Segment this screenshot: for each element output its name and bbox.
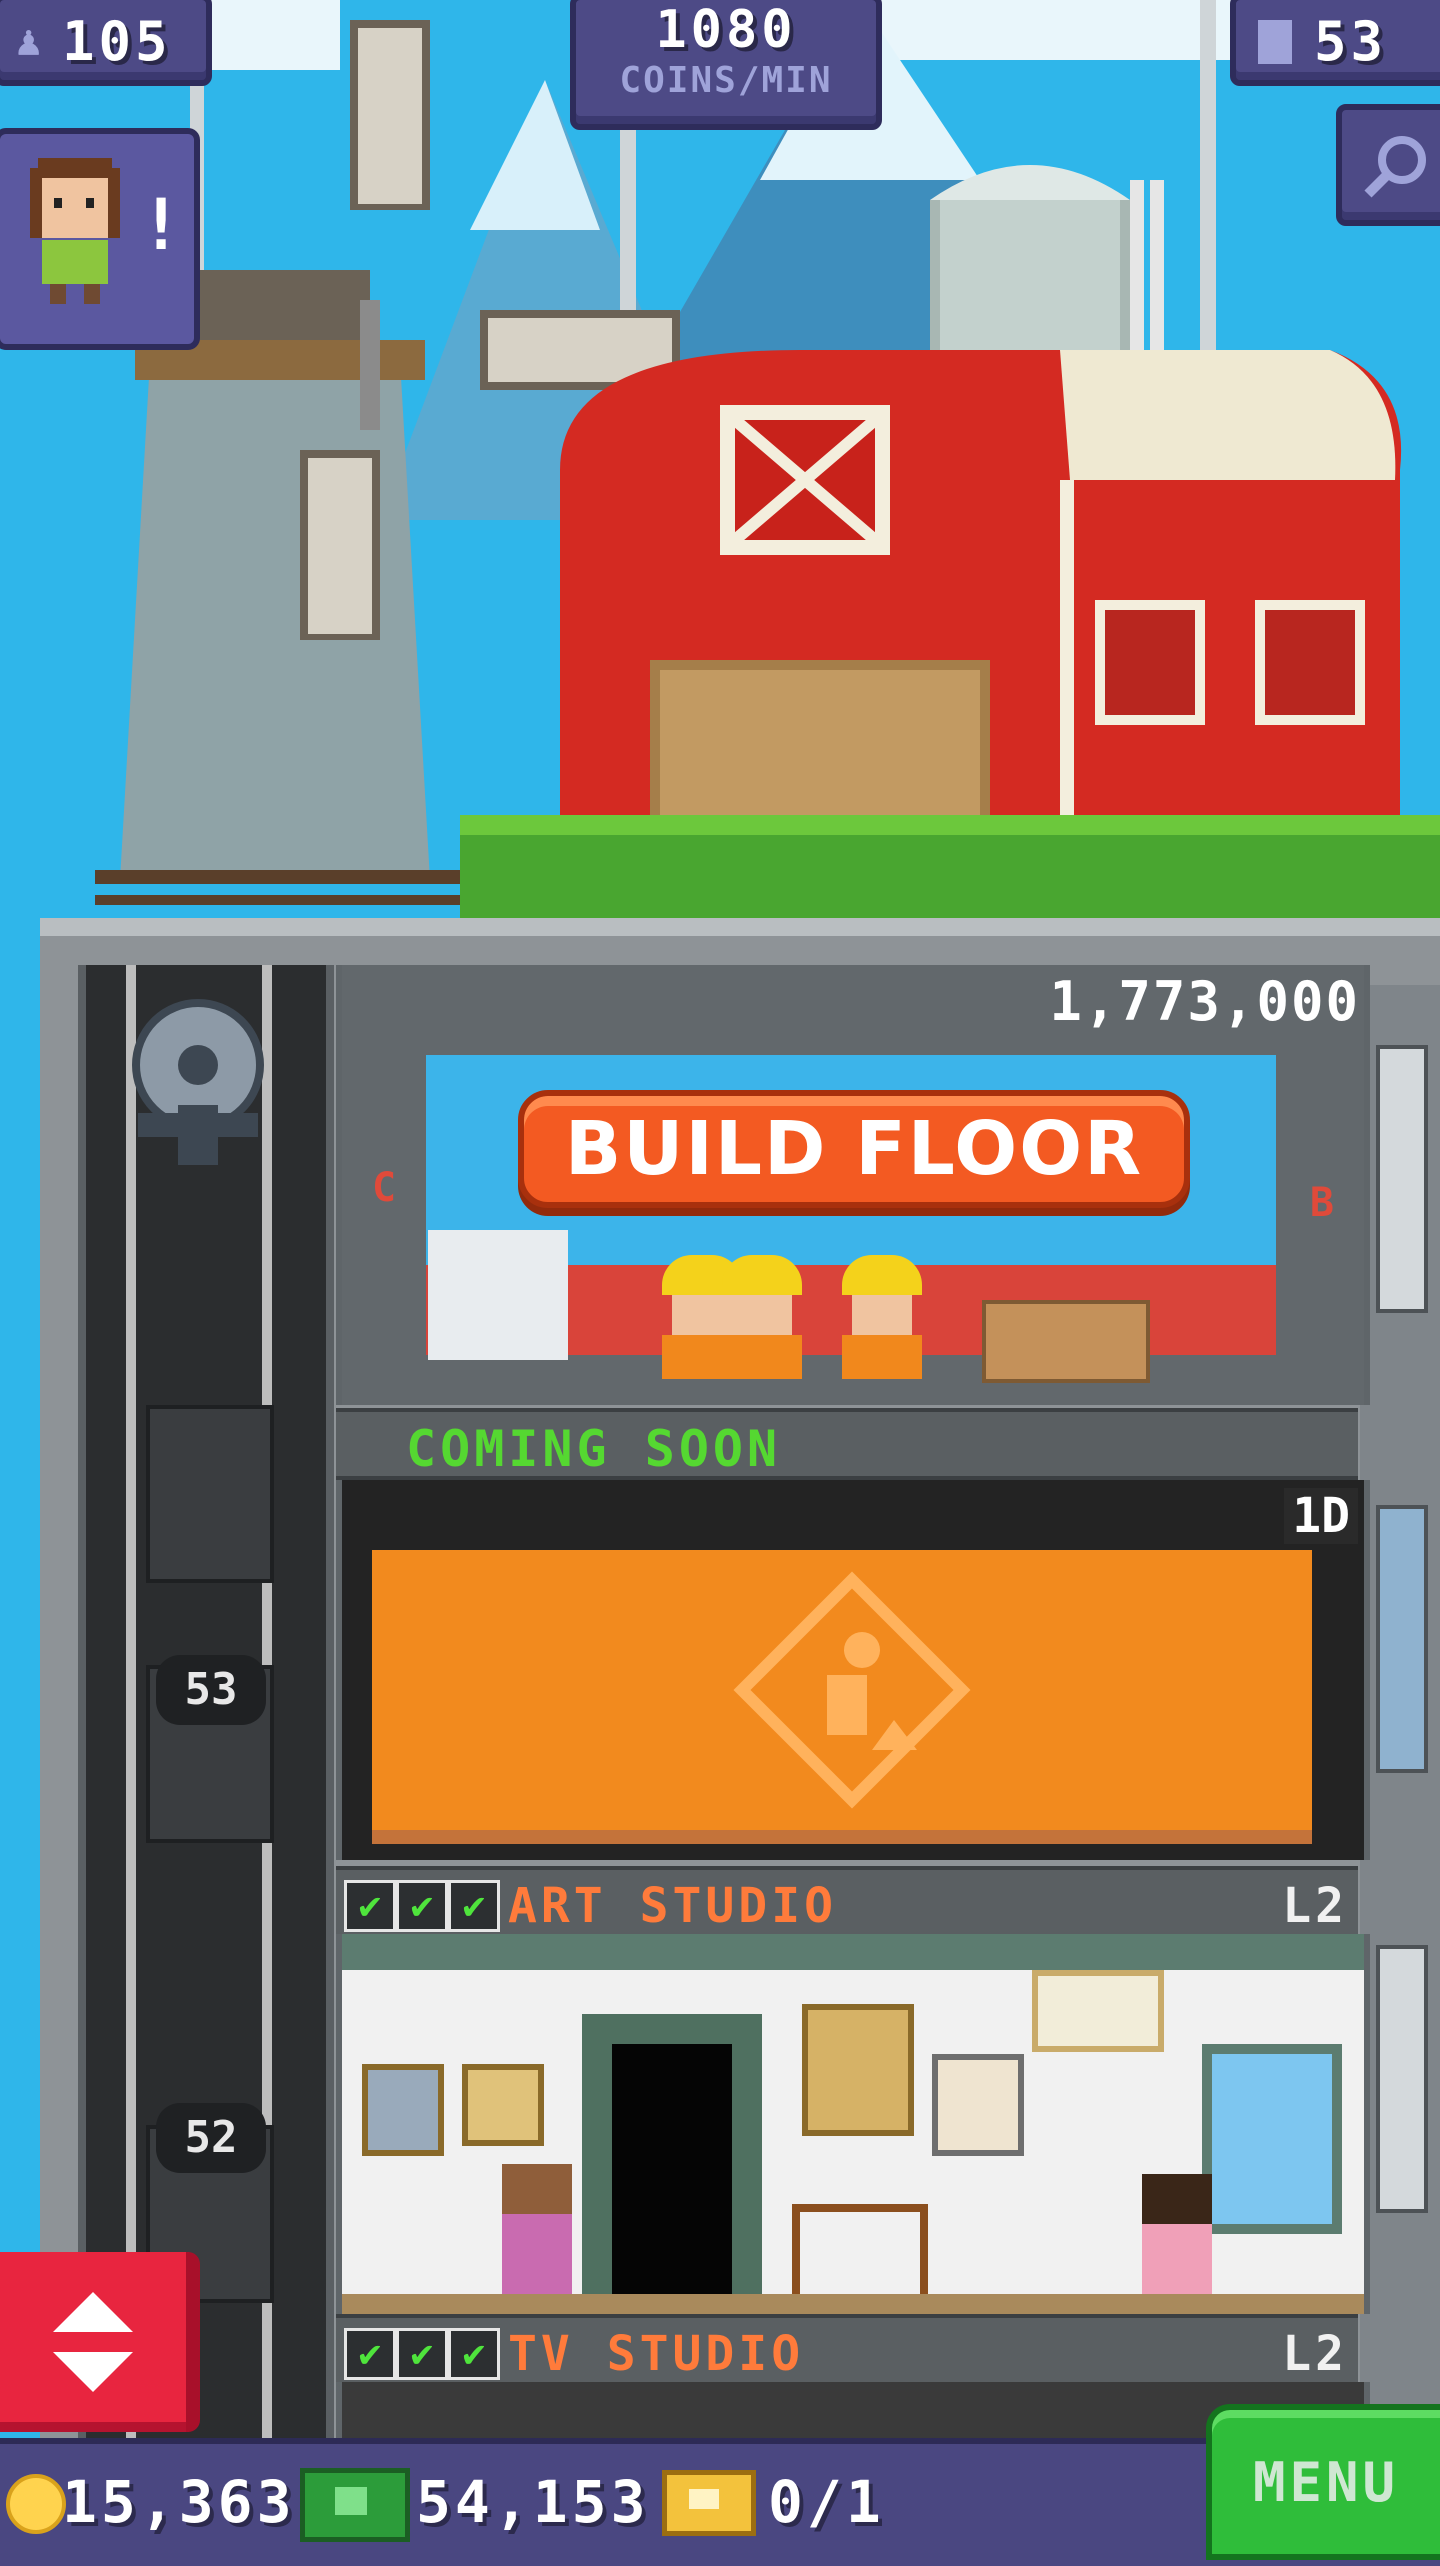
checkmark-icon: ✔ [344, 1880, 396, 1932]
checkmark-icon: ✔ [396, 2328, 448, 2380]
construction-workers [662, 1255, 982, 1379]
coin-icon [6, 2474, 66, 2534]
grass [460, 825, 1440, 920]
ticket-icon [662, 2470, 756, 2536]
build-cost: 1,773,000 [1049, 970, 1360, 1033]
population-counter[interactable]: ♟ 105 [0, 0, 212, 86]
search-button[interactable] [1336, 104, 1440, 226]
doorway [582, 2014, 762, 2294]
coins-rate-panel: 1080 COINS/MIN [570, 0, 882, 130]
crates [982, 1300, 1150, 1383]
window [1202, 2044, 1342, 2234]
floor-name: ART STUDIO [508, 1878, 837, 1934]
coins-value[interactable]: 15,363 [62, 2468, 296, 2536]
menu-button[interactable]: MENU [1206, 2404, 1440, 2560]
table [792, 2204, 928, 2302]
build-status-bar: COMING SOON [336, 1408, 1358, 1480]
tickets-value[interactable]: 0/1 [768, 2468, 885, 2536]
floor-level: L2 [1282, 2326, 1348, 2382]
alert-icon: ! [140, 184, 183, 266]
rooftop-scene [0, 0, 1440, 920]
building-icon [1258, 20, 1292, 64]
floor-count-value: 53 [1314, 10, 1388, 73]
right-marker: B [1309, 1180, 1334, 1226]
floor-level: L2 [1282, 1878, 1348, 1934]
checkmark-icon: ✔ [448, 2328, 500, 2380]
build-floor-button[interactable]: BUILD FLOOR [518, 1090, 1190, 1208]
windmill [120, 360, 430, 880]
bux-value[interactable]: 54,153 [416, 2468, 650, 2536]
construction-timer: 1D [1284, 1488, 1358, 1544]
cement-bags [428, 1230, 568, 1360]
build-floor-room: 1,773,000 C B BUILD FLOOR [336, 965, 1370, 1405]
bitizen-avatar [30, 158, 120, 304]
painting [1032, 1970, 1164, 2052]
floor-number-52: 52 [156, 2103, 266, 2173]
floor-number-53: 53 [156, 1655, 266, 1725]
elevator-pulley [108, 995, 288, 1165]
coins-rate-value: 1080 [655, 0, 797, 60]
floor-counter[interactable]: 53 [1230, 0, 1440, 86]
painting [932, 2054, 1024, 2156]
person-icon: ♟ [16, 16, 42, 65]
painting [802, 2004, 914, 2136]
coming-soon-label: COMING SOON [406, 1420, 782, 1478]
art-studio-room[interactable] [336, 1934, 1370, 2344]
floor-name: TV STUDIO [508, 2326, 805, 2382]
checkmark-icon: ✔ [344, 2328, 396, 2380]
coins-rate-unit: COINS/MIN [619, 60, 833, 101]
painting [462, 2064, 544, 2146]
bitizen-notification[interactable]: ! [0, 128, 200, 350]
left-marker: C [372, 1165, 397, 1211]
up-down-arrows-icon [53, 2292, 133, 2392]
elevator-shaft: 53 52 [78, 965, 334, 2440]
magnifier-icon [1364, 136, 1426, 198]
floor-label-art-studio[interactable]: ✔ ✔ ✔ ART STUDIO L2 [336, 1866, 1358, 1938]
neighbor-building [1360, 985, 1440, 2438]
cash-icon [300, 2468, 410, 2542]
checkmark-icon: ✔ [448, 1880, 500, 1932]
painting [362, 2064, 444, 2156]
floor-label-tv-studio[interactable]: ✔ ✔ ✔ TV STUDIO L2 [336, 2314, 1358, 2386]
construction-floor[interactable]: 1D [336, 1480, 1370, 1860]
elevator-button[interactable] [0, 2252, 200, 2432]
checkmark-icon: ✔ [396, 1880, 448, 1932]
worker-sign-icon [733, 1571, 971, 1809]
population-value: 105 [62, 10, 172, 73]
